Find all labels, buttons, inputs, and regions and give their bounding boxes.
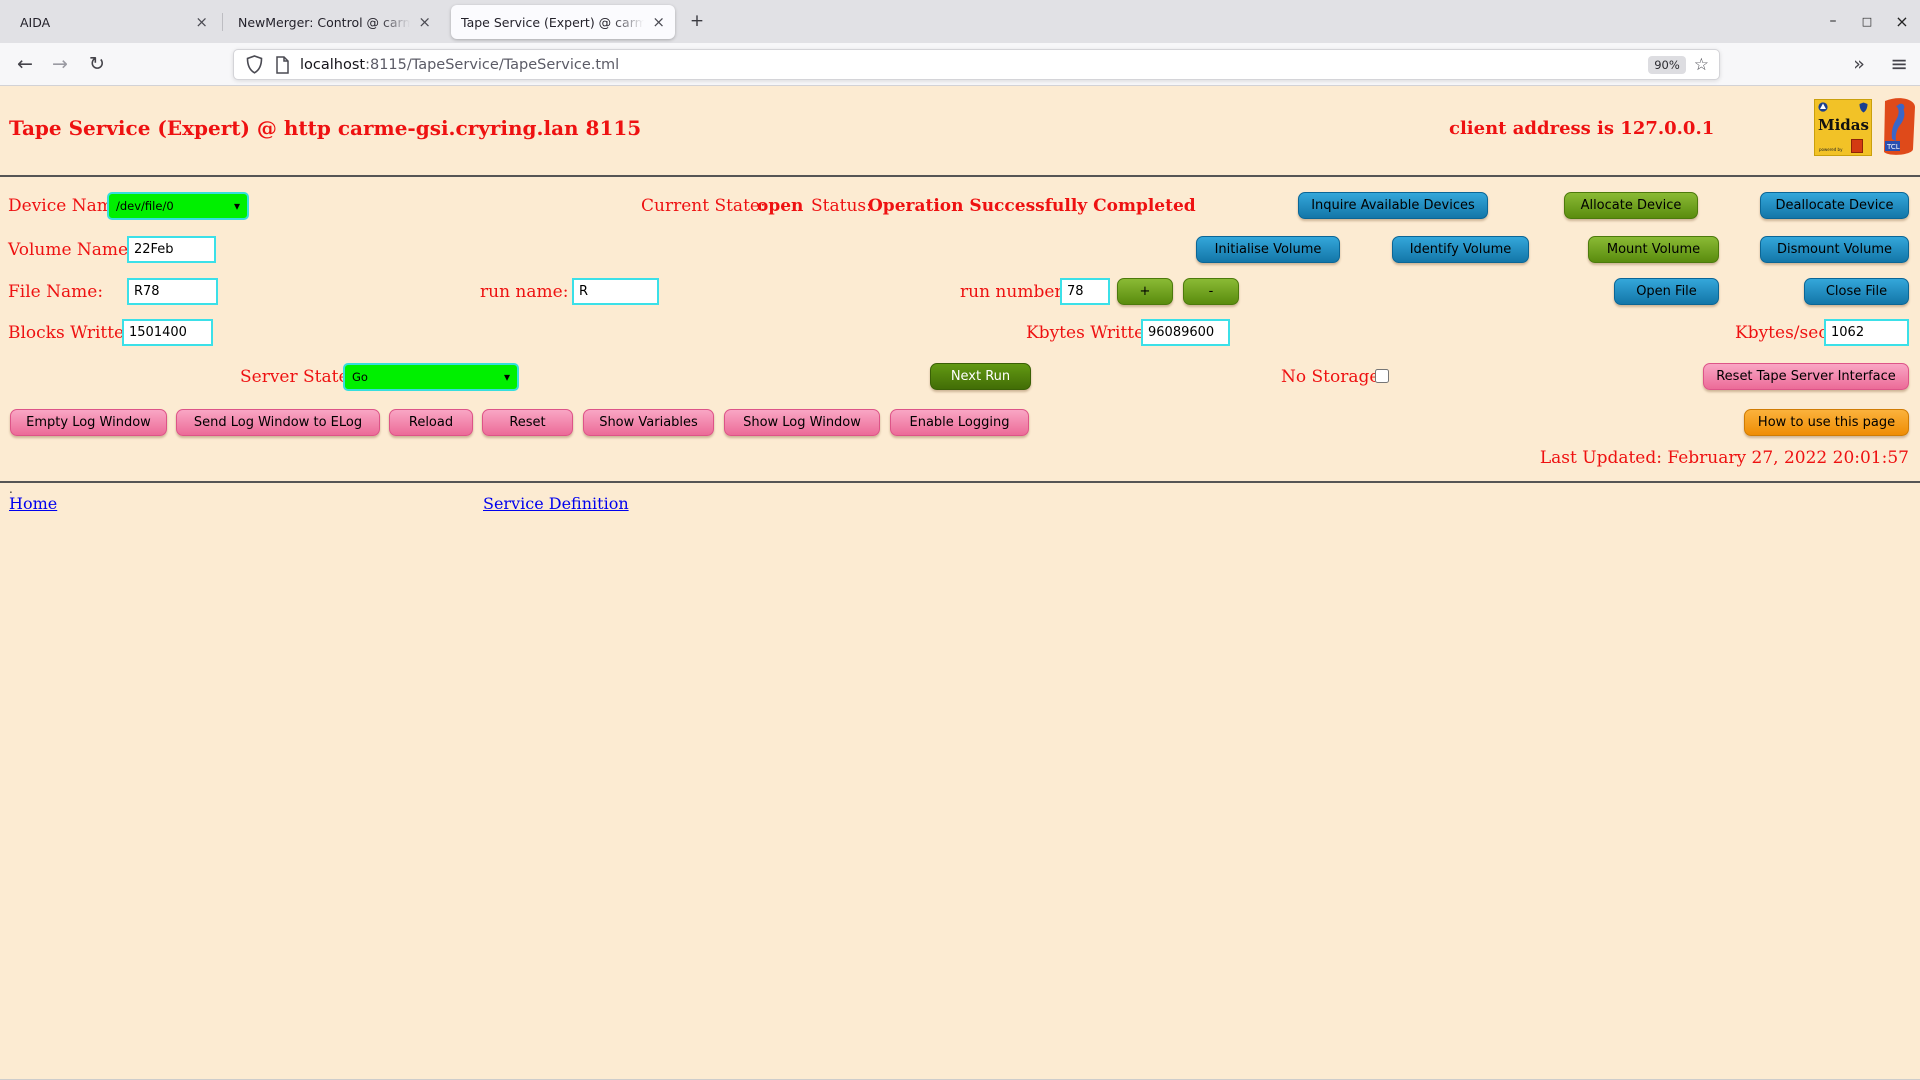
server-state-value: Go [352,370,368,384]
last-updated-text: Last Updated: February 27, 2022 20:01:57 [1540,448,1909,468]
hamburger-menu-icon[interactable]: ≡ [1884,43,1914,86]
run-number-decrement-button[interactable]: - [1183,278,1239,305]
tape-service-page: Tape Service (Expert) @ http carme-gsi.c… [0,86,1920,1079]
forward-icon[interactable]: → [45,43,75,86]
tab-title: NewMerger: Control @ carme [238,15,410,30]
overflow-chevrons-icon[interactable]: » [1844,43,1874,86]
url-host: localhost [300,57,365,73]
midas-shield-icon [1859,102,1868,113]
browser-window: AIDA × NewMerger: Control @ carme × Tape… [0,0,1920,1080]
device-name-select[interactable]: /dev/file/0 ▾ [107,192,249,220]
tcl-powered-logo: TCL [1879,97,1917,157]
enable-logging-button[interactable]: Enable Logging [890,409,1029,436]
file-name-input[interactable] [127,278,218,305]
run-name-label: run name: [480,282,568,302]
reset-button[interactable]: Reset [482,409,573,436]
server-state-label: Server State [240,367,349,387]
url-bar[interactable]: localhost:8115/TapeService/TapeService.t… [233,49,1720,80]
run-number-label: run number: [960,282,1068,302]
no-storage-label: No Storage [1281,367,1379,387]
blocks-written-input[interactable] [122,319,213,346]
bookmark-star-icon[interactable]: ☆ [1694,55,1709,75]
status-label: Status: [811,196,872,216]
chevron-down-icon: ▾ [234,199,240,213]
kbytes-written-input[interactable] [1141,319,1230,346]
back-icon[interactable]: ← [10,43,40,86]
show-variables-button[interactable]: Show Variables [583,409,714,436]
midas-shield-icon [1818,102,1828,113]
midas-powered-text: powered by [1819,147,1842,152]
tab-title: AIDA [20,15,187,30]
inquire-available-devices-button[interactable]: Inquire Available Devices [1298,192,1488,219]
midas-tcl-mini-logo [1851,139,1863,153]
reload-button[interactable]: Reload [389,409,473,436]
window-minimize-button[interactable]: – [1816,0,1850,43]
run-name-input[interactable] [572,278,659,305]
blocks-written-label: Blocks Written: [8,323,141,343]
empty-log-window-button[interactable]: Empty Log Window [10,409,167,436]
kbytes-per-sec-input[interactable] [1824,319,1909,346]
initialise-volume-button[interactable]: Initialise Volume [1196,236,1340,263]
kbytes-per-sec-label: Kbytes/sec: [1735,323,1834,343]
current-state-value: open [757,196,803,216]
page-icon [275,56,290,74]
url-path: :8115/TapeService/TapeService.tml [365,57,619,73]
how-to-use-this-page-button[interactable]: How to use this page [1744,409,1909,436]
deallocate-device-button[interactable]: Deallocate Device [1760,192,1909,219]
server-state-select[interactable]: Go ▾ [343,363,519,391]
page-title: Tape Service (Expert) @ http carme-gsi.c… [9,116,641,140]
current-state-label: Current State: [641,196,766,216]
url-text[interactable]: localhost:8115/TapeService/TapeService.t… [300,57,1648,73]
next-run-button[interactable]: Next Run [930,363,1031,390]
allocate-device-button[interactable]: Allocate Device [1564,192,1698,219]
home-link[interactable]: Home [9,494,57,513]
tab-close-icon[interactable]: × [418,13,431,31]
file-name-label: File Name: [8,282,103,302]
device-name-value: /dev/file/0 [116,199,174,213]
divider [0,175,1920,177]
client-address-text: client address is 127.0.0.1 [1449,118,1714,139]
volume-name-label: Volume Name: [8,240,134,260]
volume-name-input[interactable] [127,236,216,263]
dismount-volume-button[interactable]: Dismount Volume [1760,236,1909,263]
divider [0,481,1920,483]
no-storage-checkbox[interactable] [1375,369,1389,383]
zoom-level-badge[interactable]: 90% [1648,56,1686,74]
tab-separator [222,13,223,31]
shield-icon[interactable] [246,55,263,74]
mount-volume-button[interactable]: Mount Volume [1588,236,1719,263]
send-log-window-to-elog-button[interactable]: Send Log Window to ELog [176,409,380,436]
new-tab-button[interactable]: + [684,9,710,35]
midas-logo-text: Midas [1818,116,1869,134]
run-number-increment-button[interactable]: + [1117,278,1173,305]
status-value: Operation Successfully Completed [868,196,1196,216]
show-log-window-button[interactable]: Show Log Window [724,409,880,436]
window-maximize-button[interactable]: □ [1850,0,1884,43]
identify-volume-button[interactable]: Identify Volume [1392,236,1529,263]
midas-logo: Midas powered by [1814,99,1872,156]
tab-close-icon[interactable]: × [195,13,208,31]
open-file-button[interactable]: Open File [1614,278,1719,305]
tab-aida[interactable]: AIDA × [10,5,218,39]
tab-tape-service[interactable]: Tape Service (Expert) @ carme × [451,5,675,39]
service-definition-link[interactable]: Service Definition [483,494,629,513]
run-number-input[interactable] [1060,278,1110,305]
tab-close-icon[interactable]: × [652,13,665,31]
navigation-bar: ← → ↻ localhost:8115/TapeService/TapeSer… [0,43,1920,86]
tcl-logo-text: TCL [1886,143,1900,151]
window-close-button[interactable]: × [1885,0,1919,43]
reload-icon[interactable]: ↻ [82,43,112,86]
close-file-button[interactable]: Close File [1804,278,1909,305]
reset-tape-server-interface-button[interactable]: Reset Tape Server Interface [1703,363,1909,390]
tab-title: Tape Service (Expert) @ carme [461,15,644,30]
tab-bar: AIDA × NewMerger: Control @ carme × Tape… [0,0,1920,43]
chevron-down-icon: ▾ [504,370,510,384]
tab-newmerger[interactable]: NewMerger: Control @ carme × [228,5,441,39]
